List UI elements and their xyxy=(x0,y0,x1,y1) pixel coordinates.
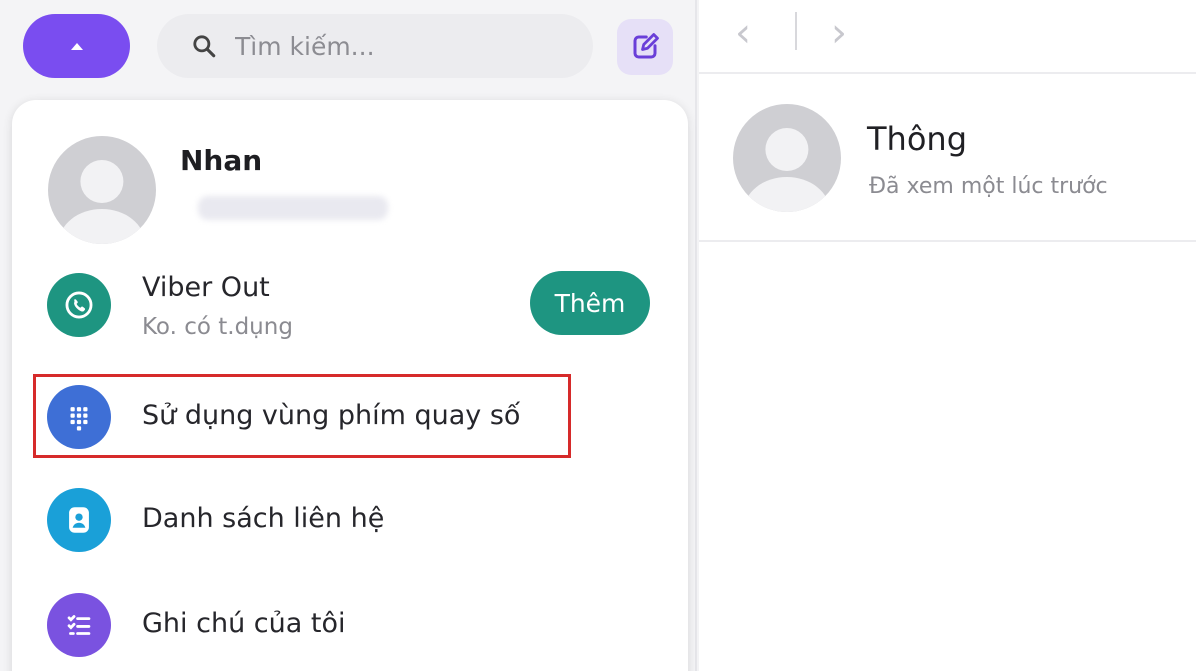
notes-icon xyxy=(47,593,111,657)
profile-phone-blurred xyxy=(198,196,388,220)
menu-item-contacts[interactable]: Danh sách liên hệ xyxy=(12,475,688,565)
contact-name: Thông xyxy=(867,120,967,158)
add-credit-button[interactable]: Thêm xyxy=(530,271,650,335)
last-seen-status: Đã xem một lúc trước xyxy=(869,174,1108,199)
contacts-label: Danh sách liên hệ xyxy=(142,503,385,534)
profile-avatar[interactable] xyxy=(48,136,156,244)
search-bar[interactable] xyxy=(157,14,593,78)
dialpad-label: Sử dụng vùng phím quay số xyxy=(142,400,521,431)
viber-out-label: Viber Out xyxy=(142,272,270,303)
viber-app: Nhan Viber Out Ko. có t.dụng Thêm xyxy=(0,0,1196,671)
nav-divider xyxy=(795,12,797,50)
back-arrow-icon[interactable]: ‹ xyxy=(735,10,751,56)
menu-item-notes[interactable]: Ghi chú của tôi xyxy=(12,580,688,670)
caret-up-icon xyxy=(70,42,83,50)
phone-icon xyxy=(47,273,111,337)
notes-label: Ghi chú của tôi xyxy=(142,608,346,639)
viber-out-credit: Ko. có t.dụng xyxy=(142,314,293,340)
profile-name: Nhan xyxy=(180,144,263,177)
compose-button[interactable] xyxy=(617,19,673,75)
left-pane: Nhan Viber Out Ko. có t.dụng Thêm xyxy=(0,0,697,671)
account-menu-panel: Nhan Viber Out Ko. có t.dụng Thêm Sử dụn… xyxy=(12,100,688,671)
contacts-icon xyxy=(47,488,111,552)
right-pane: ‹ › Thông Đã xem một lúc trước xyxy=(699,0,1196,671)
search-icon xyxy=(193,35,216,58)
contact-avatar[interactable] xyxy=(733,104,841,212)
compose-icon xyxy=(633,33,659,59)
forward-arrow-icon[interactable]: › xyxy=(831,10,847,56)
menu-item-dialpad[interactable]: Sử dụng vùng phím quay số xyxy=(12,372,688,462)
search-input[interactable] xyxy=(235,31,555,61)
dialpad-icon xyxy=(47,385,111,449)
collapse-menu-button[interactable] xyxy=(23,14,130,78)
chat-header[interactable]: Thông Đã xem một lúc trước xyxy=(699,74,1196,242)
navigation-bar: ‹ › xyxy=(699,0,1196,74)
